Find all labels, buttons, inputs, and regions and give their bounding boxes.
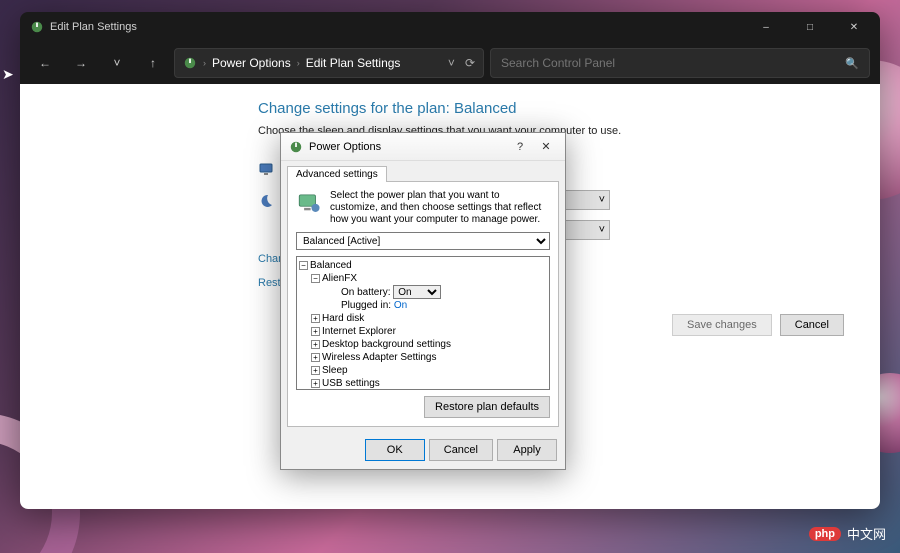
watermark-logo: php	[809, 527, 841, 541]
tree-item[interactable]: Wireless Adapter Settings	[322, 352, 437, 363]
dialog-description: Select the power plan that you want to c…	[330, 190, 550, 226]
expand-icon[interactable]: +	[311, 327, 320, 336]
forward-button[interactable]: →	[66, 48, 96, 78]
moon-icon	[258, 193, 274, 209]
plugged-in-value[interactable]: On	[394, 300, 407, 311]
collapse-icon[interactable]: −	[311, 274, 320, 283]
up-button[interactable]: ↑	[138, 48, 168, 78]
expand-icon[interactable]: +	[311, 340, 320, 349]
on-battery-select[interactable]: On	[393, 285, 441, 299]
on-battery-label: On battery:	[341, 287, 390, 298]
power-icon	[183, 56, 197, 70]
expand-icon[interactable]: +	[311, 314, 320, 323]
power-icon	[30, 20, 44, 34]
chevron-right-icon: ›	[203, 58, 206, 68]
battery-monitor-icon	[296, 190, 322, 216]
expand-icon[interactable]: +	[311, 379, 320, 388]
apply-button[interactable]: Apply	[497, 439, 557, 461]
titlebar: Edit Plan Settings – □ ✕	[20, 12, 880, 42]
address-bar[interactable]: › Power Options › Edit Plan Settings ˅ ⟳	[174, 48, 484, 78]
dialog-titlebar: Power Options ? ✕	[281, 133, 565, 161]
tree-item[interactable]: Desktop background settings	[322, 339, 451, 350]
search-input[interactable]	[501, 56, 845, 70]
recent-locations-button[interactable]: ˅	[102, 48, 132, 78]
minimize-button[interactable]: –	[744, 12, 788, 42]
watermark: php 中文网	[809, 524, 886, 543]
tree-root[interactable]: Balanced	[310, 260, 352, 271]
dialog-button-row: OK Cancel Apply	[281, 433, 565, 469]
restore-defaults-button[interactable]: Restore plan defaults	[424, 396, 550, 418]
cancel-button[interactable]: Cancel	[429, 439, 493, 461]
window-title: Edit Plan Settings	[50, 21, 137, 33]
power-options-dialog: Power Options ? ✕ Advanced settings Sele…	[280, 132, 566, 470]
monitor-icon	[258, 161, 274, 177]
power-plan-select[interactable]: Balanced [Active]	[296, 232, 550, 250]
cancel-button[interactable]: Cancel	[780, 314, 844, 336]
dialog-close-button[interactable]: ✕	[533, 137, 559, 157]
maximize-button[interactable]: □	[788, 12, 832, 42]
collapse-icon[interactable]: −	[299, 261, 308, 270]
watermark-text: 中文网	[847, 524, 886, 543]
help-button[interactable]: ?	[507, 137, 533, 157]
tab-panel: Select the power plan that you want to c…	[287, 181, 559, 427]
refresh-icon[interactable]: ⟳	[465, 56, 475, 70]
tab-bar: Advanced settings	[281, 161, 565, 181]
breadcrumb-current[interactable]: Edit Plan Settings	[306, 56, 401, 70]
plugged-in-label: Plugged in:	[341, 300, 391, 311]
breadcrumb-root[interactable]: Power Options	[212, 56, 291, 70]
dialog-title: Power Options	[309, 141, 381, 153]
tree-item[interactable]: USB settings	[322, 378, 380, 389]
save-button[interactable]: Save changes	[672, 314, 772, 336]
tab-advanced[interactable]: Advanced settings	[287, 166, 387, 182]
close-button[interactable]: ✕	[832, 12, 876, 42]
power-icon	[289, 140, 303, 154]
ok-button[interactable]: OK	[365, 439, 425, 461]
tree-item[interactable]: Sleep	[322, 365, 348, 376]
address-dropdown-icon[interactable]: ˅	[448, 56, 455, 70]
back-button[interactable]: ←	[30, 48, 60, 78]
page-heading: Change settings for the plan: Balanced	[258, 100, 850, 117]
expand-icon[interactable]: +	[311, 366, 320, 375]
tree-item[interactable]: Internet Explorer	[322, 326, 396, 337]
toolbar: ← → ˅ ↑ › Power Options › Edit Plan Sett…	[20, 42, 880, 84]
tree-item[interactable]: Hard disk	[322, 313, 364, 324]
search-bar[interactable]: 🔍	[490, 48, 870, 78]
tree-alienfx[interactable]: AlienFX	[322, 273, 357, 284]
expand-icon[interactable]: +	[311, 353, 320, 362]
settings-tree[interactable]: −Balanced −AlienFX On battery: On Plugge…	[296, 256, 550, 390]
search-icon: 🔍	[845, 57, 859, 70]
chevron-right-icon: ›	[297, 58, 300, 68]
